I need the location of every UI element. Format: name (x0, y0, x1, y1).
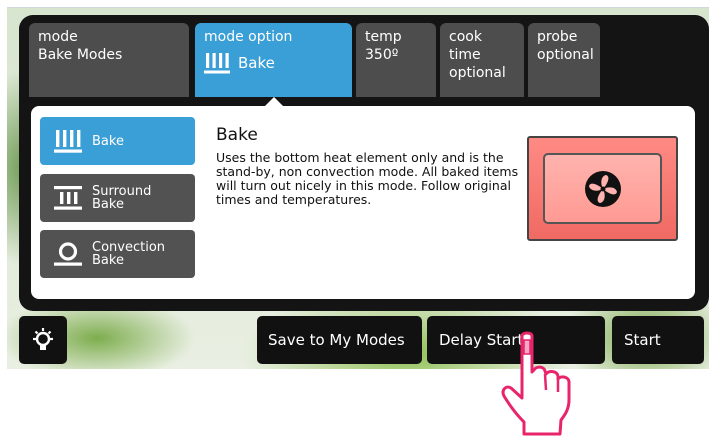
oven-light-button[interactable] (19, 316, 67, 364)
convection-bake-mode-button[interactable]: Convection Bake (40, 230, 195, 278)
oven-window (543, 153, 662, 224)
tab-mode-option-value: Bake (238, 54, 275, 72)
tab-mode-option-label: mode option (204, 29, 293, 45)
mode-description-title: Bake (216, 125, 258, 145)
light-bulb-icon (33, 328, 53, 350)
bake-icon (54, 130, 82, 153)
start-label: Start (624, 331, 661, 349)
convection-bake-mode-label: Convection Bake (92, 241, 165, 267)
save-to-my-modes-label: Save to My Modes (268, 331, 405, 349)
tab-probe-value: optional (537, 47, 594, 63)
tab-pointer-notch (265, 97, 283, 106)
surround-bake-icon (54, 186, 82, 210)
tab-mode-option[interactable]: mode option Bake (195, 23, 352, 97)
pointing-hand-icon (501, 331, 571, 436)
tab-mode-value: Bake Modes (38, 47, 123, 63)
tab-cook-time[interactable]: cook time optional (440, 23, 524, 97)
tab-mode[interactable]: mode Bake Modes (29, 23, 189, 97)
convection-bake-label-line2: Bake (92, 253, 124, 268)
bake-icon (204, 53, 230, 74)
tab-temp-value: 350º (365, 47, 399, 63)
tab-cook-time-value: optional (449, 65, 506, 81)
fan-icon (584, 170, 621, 207)
convection-bake-icon (54, 242, 82, 266)
surround-bake-mode-label: Surround Bake (92, 185, 151, 211)
bake-mode-label: Bake (92, 133, 124, 149)
tab-probe-label: probe (537, 29, 578, 45)
oven-display-screen: mode Bake Modes mode option Bake temp 35… (7, 7, 709, 369)
surround-bake-mode-button[interactable]: Surround Bake (40, 174, 195, 222)
mode-option-panel: Bake Surround Bake Convection Bake Bake … (31, 106, 695, 299)
tab-temp-label: temp (365, 29, 402, 45)
save-to-my-modes-button[interactable]: Save to My Modes (257, 316, 422, 364)
start-button[interactable]: Start (612, 316, 704, 364)
surround-bake-label-line2: Bake (92, 197, 124, 212)
tab-mode-label: mode (38, 29, 78, 45)
oven-illustration (527, 136, 678, 241)
tab-cook-time-label: cook time (449, 29, 482, 63)
tab-probe[interactable]: probe optional (528, 23, 600, 97)
tab-temp[interactable]: temp 350º (356, 23, 436, 97)
bake-mode-button[interactable]: Bake (40, 117, 195, 165)
mode-description-text: Uses the bottom heat element only and is… (216, 150, 519, 207)
